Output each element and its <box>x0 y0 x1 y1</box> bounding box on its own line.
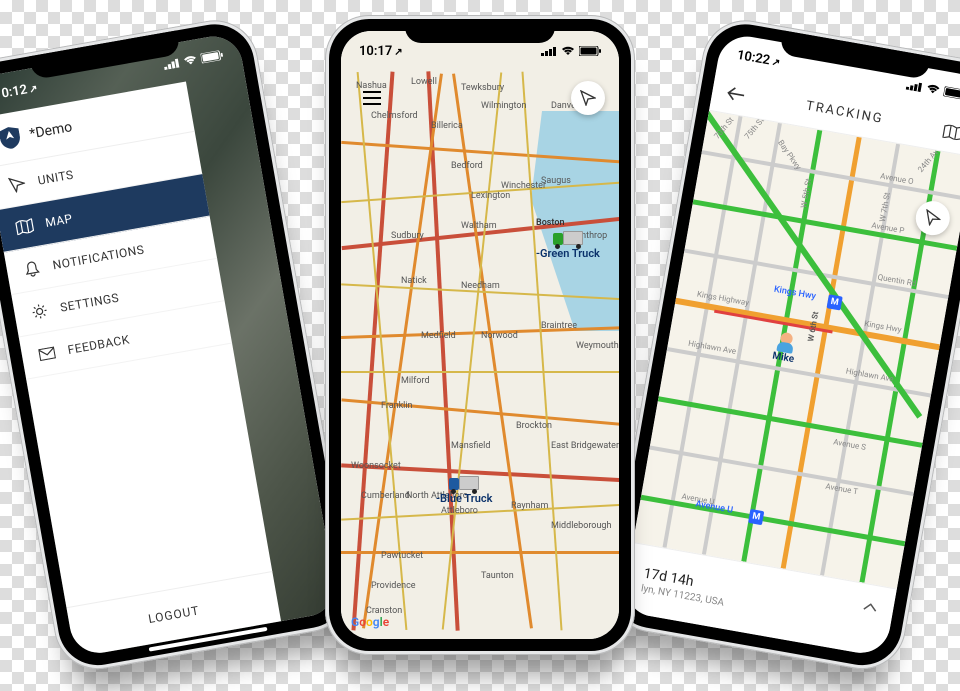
battery-icon <box>943 86 960 100</box>
city-label: Sudbury <box>391 231 424 241</box>
city-label: Middleborough <box>551 521 611 531</box>
city-label: Cumberland <box>361 491 410 501</box>
hamburger-icon <box>363 91 381 105</box>
city-label: Winchester <box>501 181 546 191</box>
subway-badge: M <box>827 294 843 310</box>
google-attribution: Google <box>351 615 389 629</box>
shield-icon <box>0 125 22 150</box>
menu-item-label: UNITS <box>37 168 75 188</box>
phone-menu: 10:12↗ *Demo <box>0 13 358 676</box>
menu-item-label: FEEDBACK <box>67 332 131 357</box>
wifi-icon <box>561 46 575 56</box>
phone-tracking: 10:22↗ TRACKING <box>602 13 960 676</box>
city-label: Brockton <box>516 421 552 431</box>
phone-map: Lowell Tewksbury Wilmington Danvers Chel… <box>325 15 635 655</box>
unit-label: -Blue Truck <box>436 492 492 505</box>
city-label: Medfield <box>421 331 456 341</box>
city-label: Braintree <box>541 321 577 331</box>
city-label: Pawtucket <box>381 551 423 561</box>
map-canvas[interactable]: Lowell Tewksbury Wilmington Danvers Chel… <box>341 31 619 639</box>
wifi-icon <box>925 83 941 95</box>
city-label: Providence <box>371 581 416 591</box>
menu-item-label: MAP <box>44 211 73 230</box>
status-time: 10:17↗ <box>359 44 403 59</box>
home-indicator[interactable] <box>420 642 540 646</box>
city-label: Woonsocket <box>351 461 401 471</box>
unit-label: -Green Truck <box>536 247 600 260</box>
signal-icon <box>163 57 180 70</box>
city-label: Norwood <box>481 331 518 341</box>
bell-icon <box>22 259 43 280</box>
map-icon <box>14 216 35 237</box>
locate-button[interactable] <box>571 81 605 115</box>
city-label: Attleboro <box>441 506 478 516</box>
menu-item-label: SETTINGS <box>59 291 120 315</box>
unit-mike[interactable]: Mike <box>771 331 798 365</box>
city-label: Taunton <box>481 571 514 581</box>
city-label: Natick <box>401 276 427 286</box>
city-label: Needham <box>461 281 500 291</box>
city-label: Franklin <box>381 401 413 411</box>
arrow-left-icon <box>725 85 745 102</box>
status-time: 10:22↗ <box>736 47 782 69</box>
gear-icon <box>29 301 50 322</box>
back-button[interactable] <box>725 85 745 102</box>
signal-icon <box>906 80 923 93</box>
city-label: Milford <box>401 376 430 386</box>
signal-icon <box>541 46 557 56</box>
locate-button[interactable] <box>913 198 952 237</box>
status-icons <box>541 46 601 56</box>
menu-button[interactable] <box>355 81 389 115</box>
street-label: Avenue S <box>833 437 867 452</box>
city-label: Mansfield <box>451 441 490 451</box>
city-label: Weymouth <box>576 341 619 351</box>
menu-item-label: NOTIFICATIONS <box>52 242 146 272</box>
unit-green-truck[interactable]: -Green Truck <box>536 231 600 260</box>
cursor-icon <box>7 174 28 195</box>
subway-badge: M <box>748 509 764 525</box>
notch <box>405 19 555 43</box>
city-label: Raynham <box>511 501 548 511</box>
city-label: Bedford <box>451 161 483 171</box>
header-title: TRACKING <box>805 99 885 127</box>
city-label: Wilmington <box>481 101 526 111</box>
subway-label: Avenue U <box>695 499 734 515</box>
city-label: Lexington <box>471 191 510 201</box>
city-label: Billerica <box>431 121 463 131</box>
street-label: 75th St <box>743 116 766 141</box>
wifi-icon <box>183 54 199 66</box>
city-label: Boston <box>536 218 564 228</box>
cursor-icon <box>923 209 942 228</box>
status-time: 10:12↗ <box>0 80 39 102</box>
street-label: W 7th St <box>878 192 892 223</box>
subway-label: Kings Hwy <box>773 285 817 302</box>
battery-icon <box>200 50 223 64</box>
status-icons <box>906 80 960 100</box>
unit-blue-truck[interactable]: -Blue Truck <box>436 476 492 505</box>
tracking-map[interactable]: 70th St 75th St Bay Pkwy W 5th St W 6th … <box>633 111 960 589</box>
tracking-mode-button[interactable] <box>942 123 960 140</box>
map-icon <box>942 123 960 140</box>
battery-icon <box>579 46 601 56</box>
account-name: *Demo <box>28 119 73 142</box>
city-label: Waltham <box>461 221 497 231</box>
mail-icon <box>37 343 58 364</box>
city-label: Lowell <box>411 77 437 87</box>
cursor-icon <box>580 90 596 106</box>
city-label: East Bridgewater <box>551 441 619 451</box>
city-label: Tewksbury <box>461 83 504 93</box>
